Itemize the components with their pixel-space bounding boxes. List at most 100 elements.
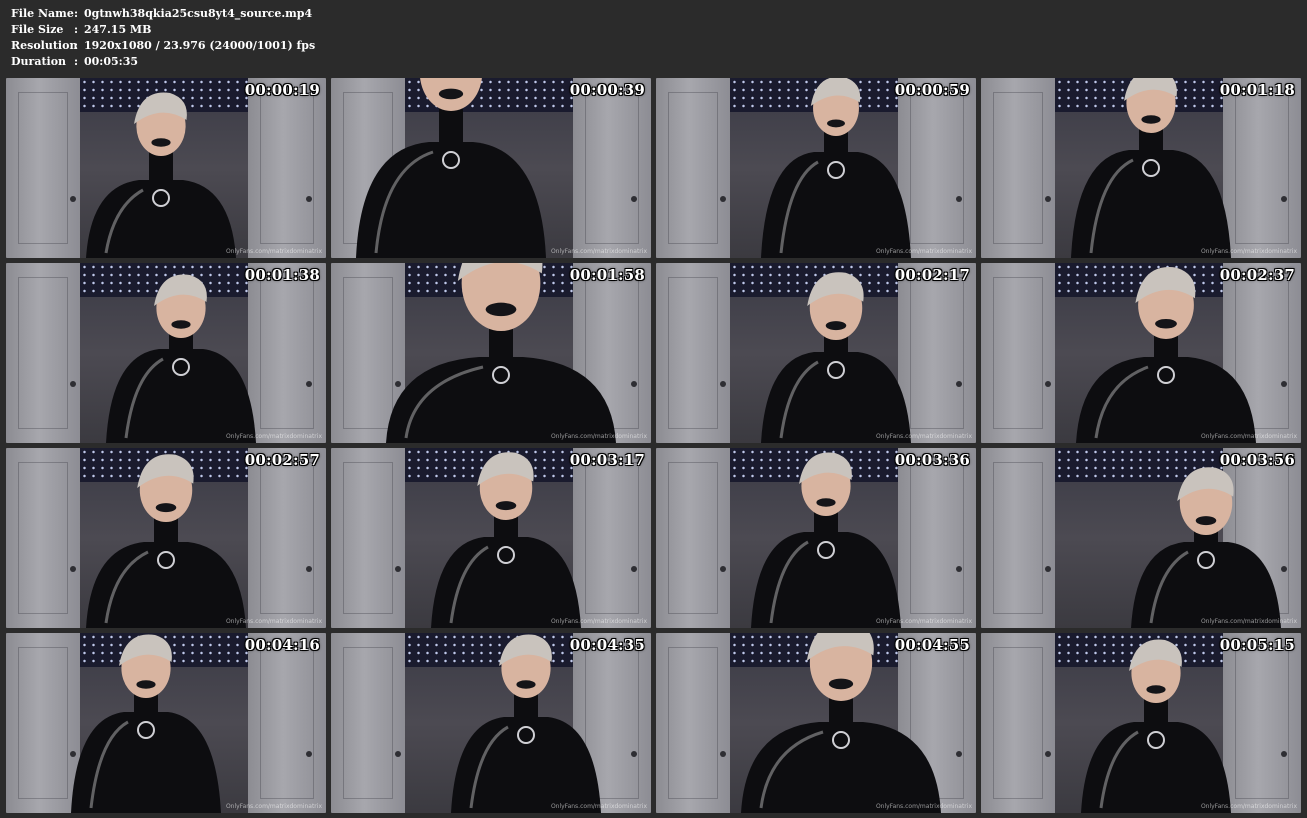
black-lips: [438, 88, 464, 100]
black-lips: [1195, 516, 1217, 526]
black-lips: [1141, 115, 1161, 124]
thumbnail: 00:04:16 OnlyFans.com/matrixdominatrix: [6, 633, 326, 813]
file-size-value: 247.15 MB: [84, 23, 152, 36]
figure: [1081, 639, 1231, 813]
figure: [106, 274, 256, 443]
watermark: OnlyFans.com/matrixdominatrix: [1200, 618, 1297, 625]
timestamp: 00:05:15: [1219, 636, 1295, 654]
watermark: OnlyFans.com/matrixdominatrix: [225, 433, 322, 440]
figure: [451, 634, 601, 813]
watermark: OnlyFans.com/matrixdominatrix: [225, 618, 322, 625]
timestamp: 00:01:38: [244, 266, 320, 284]
thumbnail: 00:01:18 OnlyFans.com/matrixdominatrix: [981, 78, 1301, 258]
figure: [1131, 467, 1281, 628]
black-lips: [816, 498, 836, 507]
resolution-value: 1920x1080 / 23.976 (24000/1001) fps: [84, 39, 316, 52]
watermark: OnlyFans.com/matrixdominatrix: [1200, 803, 1297, 810]
watermark: OnlyFans.com/matrixdominatrix: [550, 618, 647, 625]
timestamp: 00:03:17: [569, 451, 645, 469]
watermark: OnlyFans.com/matrixdominatrix: [875, 618, 972, 625]
watermark: OnlyFans.com/matrixdominatrix: [550, 803, 647, 810]
timestamp: 00:01:18: [1219, 81, 1295, 99]
black-lips: [171, 320, 191, 329]
timestamp: 00:02:17: [894, 266, 970, 284]
watermark: OnlyFans.com/matrixdominatrix: [550, 248, 647, 255]
figure: [761, 78, 911, 258]
watermark: OnlyFans.com/matrixdominatrix: [875, 803, 972, 810]
thumbnail: 00:03:56 OnlyFans.com/matrixdominatrix: [981, 448, 1301, 628]
timestamp: 00:03:36: [894, 451, 970, 469]
timestamp: 00:00:39: [569, 81, 645, 99]
file-info: File Name : 0gtnwh38qkia25csu8yt4_source…: [11, 6, 315, 70]
separator: :: [74, 55, 79, 68]
figure: [356, 78, 546, 258]
face: [461, 263, 541, 331]
file-name-row: File Name : 0gtnwh38qkia25csu8yt4_source…: [11, 6, 315, 22]
resolution-row: Resolution : 1920x1080 / 23.976 (24000/1…: [11, 38, 315, 54]
duration-label: Duration: [11, 55, 67, 68]
black-lips: [151, 138, 171, 147]
duration-row: Duration : 00:05:35: [11, 54, 315, 70]
black-lips: [485, 302, 517, 317]
timestamp: 00:01:58: [569, 266, 645, 284]
figure: [761, 272, 911, 443]
black-lips: [1155, 318, 1177, 329]
thumbnail: 00:00:59 OnlyFans.com/matrixdominatrix: [656, 78, 976, 258]
latex-suit: [356, 142, 546, 258]
watermark: OnlyFans.com/matrixdominatrix: [225, 803, 322, 810]
file-size-label: File Size: [11, 23, 64, 36]
thumbnail: 00:04:35 OnlyFans.com/matrixdominatrix: [331, 633, 651, 813]
thumbnail-grid: 00:00:19 OnlyFans.com/matrixdominatrix 00:…: [6, 78, 1301, 813]
figure: [71, 634, 221, 813]
figure: [431, 452, 581, 628]
watermark: OnlyFans.com/matrixdominatrix: [550, 433, 647, 440]
black-lips: [136, 680, 156, 689]
watermark: OnlyFans.com/matrixdominatrix: [225, 248, 322, 255]
black-lips: [828, 678, 854, 690]
latex-suit: [1071, 150, 1231, 258]
thumbnail: 00:05:15 OnlyFans.com/matrixdominatrix: [981, 633, 1301, 813]
timestamp: 00:04:35: [569, 636, 645, 654]
black-lips: [495, 501, 517, 511]
timestamp: 00:02:57: [244, 451, 320, 469]
figure: [1076, 267, 1256, 443]
thumbnail: 00:02:57 OnlyFans.com/matrixdominatrix: [6, 448, 326, 628]
figure: [741, 633, 941, 813]
figure: [86, 92, 236, 258]
duration-value: 00:05:35: [84, 55, 139, 68]
file-size-row: File Size : 247.15 MB: [11, 22, 315, 38]
black-lips: [155, 503, 177, 513]
timestamp: 00:02:37: [1219, 266, 1295, 284]
file-name-value: 0gtnwh38qkia25csu8yt4_source.mp4: [84, 7, 313, 20]
separator: :: [74, 39, 79, 52]
separator: :: [74, 7, 79, 20]
black-lips: [516, 680, 536, 689]
thumbnail: 00:02:17 OnlyFans.com/matrixdominatrix: [656, 263, 976, 443]
latex-suit: [86, 542, 246, 628]
latex-suit: [741, 722, 941, 813]
thumbnail: 00:03:17 OnlyFans.com/matrixdominatrix: [331, 448, 651, 628]
timestamp: 00:03:56: [1219, 451, 1295, 469]
black-lips: [827, 119, 845, 128]
figure: [751, 452, 901, 628]
thumbnail: 00:00:19 OnlyFans.com/matrixdominatrix: [6, 78, 326, 258]
watermark: OnlyFans.com/matrixdominatrix: [1200, 248, 1297, 255]
separator: :: [74, 23, 79, 36]
thumbnail: 00:03:36 OnlyFans.com/matrixdominatrix: [656, 448, 976, 628]
timestamp: 00:00:19: [244, 81, 320, 99]
watermark: OnlyFans.com/matrixdominatrix: [875, 248, 972, 255]
thumbnail: 00:00:39 OnlyFans.com/matrixdominatrix: [331, 78, 651, 258]
latex-suit: [1076, 357, 1256, 443]
thumbnail: 00:01:58 OnlyFans.com/matrixdominatrix: [331, 263, 651, 443]
black-lips: [825, 321, 847, 331]
figure: [386, 263, 616, 443]
timestamp: 00:04:16: [244, 636, 320, 654]
file-name-label: File Name: [11, 7, 74, 20]
watermark: OnlyFans.com/matrixdominatrix: [1200, 433, 1297, 440]
black-lips: [1146, 685, 1166, 694]
thumbnail: 00:01:38 OnlyFans.com/matrixdominatrix: [6, 263, 326, 443]
timestamp: 00:00:59: [894, 81, 970, 99]
thumbnail: 00:02:37 OnlyFans.com/matrixdominatrix: [981, 263, 1301, 443]
figure: [86, 454, 246, 628]
thumbnail: 00:04:55 OnlyFans.com/matrixdominatrix: [656, 633, 976, 813]
